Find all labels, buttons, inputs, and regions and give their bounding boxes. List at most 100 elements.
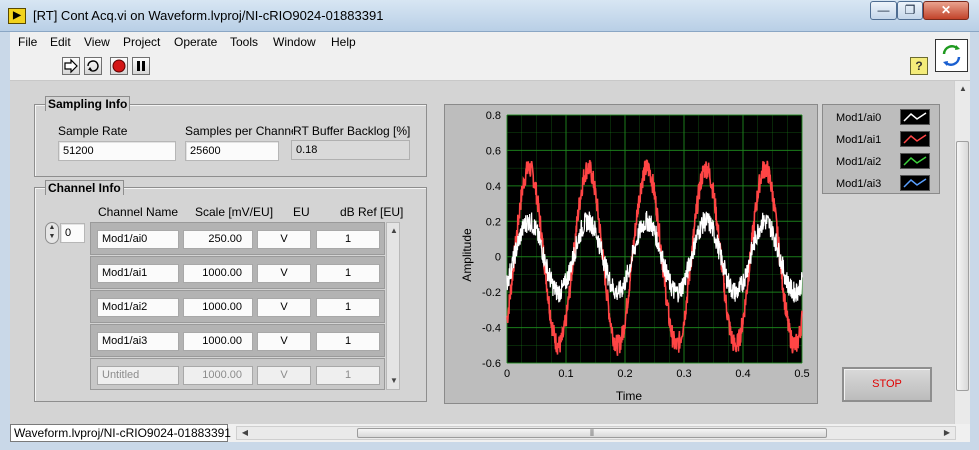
y-tick-label: -0.4 [482, 323, 501, 335]
stop-button[interactable]: STOP [842, 367, 932, 402]
scroll-right-icon[interactable]: ▶ [940, 427, 954, 439]
channel-row: Mod1/ai2 1000.00 V 1 [90, 290, 385, 323]
menu-file[interactable]: File [18, 35, 37, 49]
x-tick-label: 0 [504, 368, 510, 380]
eu-field[interactable]: V [257, 230, 311, 249]
channel-row: Mod1/ai3 1000.00 V 1 [90, 324, 385, 357]
legend-name-ai1: Mod1/ai1 [836, 134, 882, 146]
scale-field[interactable]: 1000.00 [183, 298, 253, 317]
x-tick-label: 0.4 [735, 368, 750, 380]
index-decrement-icon[interactable]: ▼ [46, 232, 58, 241]
channel-info-title: Channel Info [45, 180, 124, 195]
samples-per-channel-label: Samples per Channe [185, 124, 293, 138]
col-header-eu: EU [293, 205, 310, 219]
plot-legend[interactable]: Mod1/ai0 Mod1/ai1 Mod1/ai2 Mod1/ai3 [822, 104, 940, 194]
scale-field[interactable]: 1000.00 [183, 264, 253, 283]
channel-name-field[interactable]: Untitled [97, 366, 179, 385]
close-button[interactable]: ✕ [923, 1, 969, 20]
array-index-stepper[interactable]: ▲ ▼ [45, 222, 59, 244]
col-header-scale: Scale [mV/EU] [195, 205, 274, 219]
run-arrow-icon[interactable] [62, 57, 80, 75]
samples-per-channel-input[interactable]: 25600 [185, 141, 279, 161]
scroll-left-icon[interactable]: ◀ [238, 427, 252, 439]
scale-field[interactable]: 250.00 [183, 230, 253, 249]
channel-array-scrollbar[interactable]: ▲ ▼ [386, 222, 400, 390]
channel-name-field[interactable]: Mod1/ai3 [97, 332, 179, 351]
x-axis-ticks: 0 0.1 0.2 0.3 0.4 0.5 [504, 368, 810, 380]
x-tick-label: 0.1 [558, 368, 573, 380]
waveform-graph-svg: 0.80.60.40.20-0.2-0.4-0.6 0 0.1 0.2 0.3 0.4 0… [460, 110, 810, 403]
menu-edit[interactable]: Edit [50, 35, 71, 49]
db-ref-field[interactable]: 1 [316, 366, 380, 385]
channel-row-empty: Untitled 1000.00 V 1 [90, 358, 385, 390]
pause-icon[interactable] [132, 57, 150, 75]
menu-view[interactable]: View [84, 35, 110, 49]
channel-row: Mod1/ai0 250.00 V 1 [90, 222, 385, 255]
legend-name-ai0: Mod1/ai0 [836, 112, 882, 124]
x-tick-label: 0.5 [794, 368, 809, 380]
maximize-button[interactable]: ❐ [897, 1, 923, 20]
eu-field[interactable]: V [257, 298, 311, 317]
legend-line [903, 134, 927, 144]
channel-row: Mod1/ai1 1000.00 V 1 [90, 256, 385, 289]
y-tick-label: 0.2 [486, 216, 501, 228]
eu-field[interactable]: V [257, 366, 311, 385]
channel-name-field[interactable]: Mod1/ai0 [97, 230, 179, 249]
abort-stop-icon[interactable] [110, 57, 128, 75]
col-header-db-ref: dB Ref [EU] [340, 205, 404, 219]
channel-name-field[interactable]: Mod1/ai1 [97, 264, 179, 283]
channel-array: Mod1/ai0 250.00 V 1 Mod1/ai1 1000.00 V 1… [90, 222, 385, 390]
run-continuously-icon[interactable] [84, 57, 102, 75]
db-ref-field[interactable]: 1 [316, 332, 380, 351]
db-ref-field[interactable]: 1 [316, 298, 380, 317]
horizontal-scroll-thumb[interactable]: ⦀ [357, 428, 827, 438]
legend-swatch-ai0[interactable] [900, 109, 930, 125]
scale-field[interactable]: 1000.00 [183, 366, 253, 385]
eu-field[interactable]: V [257, 264, 311, 283]
legend-name-ai3: Mod1/ai3 [836, 178, 882, 190]
y-tick-label: -0.2 [482, 287, 501, 299]
legend-line [903, 156, 927, 166]
panel-vertical-scrollbar[interactable]: ▲ [954, 81, 970, 424]
sampling-info-title: Sampling Info [45, 96, 131, 111]
vertical-scroll-thumb[interactable] [956, 141, 969, 391]
scroll-up-icon[interactable]: ▲ [387, 225, 401, 237]
y-tick-label: 0 [495, 252, 501, 264]
labview-app-icon[interactable]: ▶ [8, 8, 26, 24]
x-tick-label: 0.2 [617, 368, 632, 380]
minimize-button[interactable]: — [870, 1, 897, 20]
panel-horizontal-scrollbar[interactable]: ◀ ⦀ ▶ [236, 426, 956, 440]
legend-swatch-ai1[interactable] [900, 131, 930, 147]
db-ref-field[interactable]: 1 [316, 264, 380, 283]
rt-buffer-backlog-indicator: 0.18 [291, 140, 410, 160]
scroll-down-icon[interactable]: ▼ [387, 375, 401, 387]
project-target-path: Waveform.lvproj/NI-cRIO9024-01883391 [10, 424, 231, 442]
sample-rate-input[interactable]: 51200 [58, 141, 176, 161]
legend-name-ai2: Mod1/ai2 [836, 156, 882, 168]
y-tick-label: -0.6 [482, 358, 501, 370]
menu-project[interactable]: Project [123, 35, 160, 49]
waveform-graph: 0.8 0.6 0.4 0.2 0 -0.2 -0.4 -0.6 0 0.1 0.2 0.3 0.4 0… [444, 104, 818, 404]
menu-help[interactable]: Help [331, 35, 356, 49]
context-help-button[interactable]: ? [910, 57, 928, 75]
db-ref-field[interactable]: 1 [316, 230, 380, 249]
x-tick-label: 0.3 [676, 368, 691, 380]
y-axis-label: Amplitude [460, 228, 474, 282]
eu-field[interactable]: V [257, 332, 311, 351]
rt-buffer-backlog-label: RT Buffer Backlog [%] [293, 124, 411, 138]
scale-field[interactable]: 1000.00 [183, 332, 253, 351]
array-index-input[interactable]: 0 [60, 223, 85, 243]
y-axis-ticks: 0.8 0.6 0.4 0.2 0 -0.2 -0.4 -0.6 [482, 110, 501, 370]
scroll-up-icon[interactable]: ▲ [956, 83, 970, 95]
legend-swatch-ai2[interactable] [900, 153, 930, 169]
menu-tools[interactable]: Tools [230, 35, 258, 49]
col-header-channel-name: Channel Name [98, 205, 179, 219]
channel-name-field[interactable]: Mod1/ai2 [97, 298, 179, 317]
legend-swatch-ai3[interactable] [900, 175, 930, 191]
y-tick-label: 0.8 [486, 110, 501, 122]
menu-window[interactable]: Window [273, 35, 316, 49]
vi-icon[interactable] [935, 39, 968, 72]
menu-operate[interactable]: Operate [174, 35, 217, 49]
index-increment-icon[interactable]: ▲ [46, 223, 58, 232]
toolbar [10, 53, 970, 81]
